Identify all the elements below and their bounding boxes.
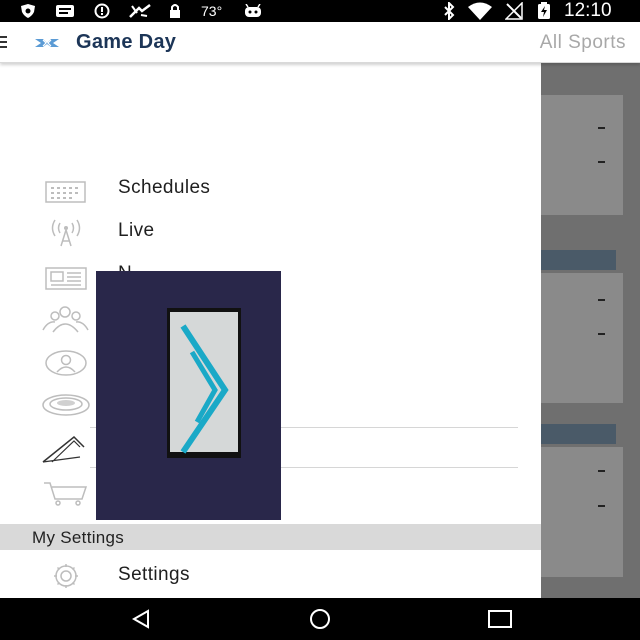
app-bar: Game Day All Sports — [0, 22, 640, 63]
users-icon — [40, 302, 90, 334]
calendar-icon — [40, 173, 90, 205]
bluetooth-icon — [441, 2, 457, 20]
clock: 12:10 — [564, 0, 612, 21]
background-dash — [598, 505, 605, 507]
newspaper-icon — [40, 259, 90, 291]
all-sports-link[interactable]: All Sports — [540, 32, 626, 54]
nc-logo-icon — [33, 35, 61, 51]
sports-icon — [127, 3, 153, 19]
drawer-item-label: Schedules — [118, 177, 211, 198]
background-header-bar — [541, 424, 616, 444]
background-card — [541, 95, 623, 215]
alert-circle-icon — [92, 3, 112, 19]
lock-icon — [166, 3, 184, 19]
battery-charging-icon — [536, 2, 552, 19]
android-icon — [243, 3, 263, 19]
message-icon — [55, 3, 75, 19]
section-header-my-settings: My Settings — [0, 524, 541, 550]
app-title: Game Day — [76, 31, 177, 53]
status-bar: 73° 12:10 — [0, 0, 640, 22]
drawer-item-settings[interactable]: Settings — [0, 556, 541, 596]
back-icon[interactable] — [127, 607, 155, 631]
hamburger-menu-icon[interactable] — [0, 34, 8, 50]
background-header-bar — [541, 250, 616, 270]
no-signal-icon — [505, 2, 523, 20]
drawer-item-label: Live — [118, 220, 155, 241]
background-dash — [598, 161, 605, 163]
broadcast-icon — [40, 216, 90, 248]
play-triangle-logo-icon — [167, 304, 241, 464]
drawer-item-label: Settings — [118, 564, 190, 585]
background-dash — [598, 299, 605, 301]
background-dash — [598, 127, 605, 129]
system-navigation-bar — [0, 598, 640, 640]
tickets-icon — [40, 431, 90, 463]
home-icon[interactable] — [306, 607, 334, 631]
background-card — [541, 447, 623, 577]
drawer-item-schedules[interactable]: Schedules — [0, 169, 541, 209]
overlay-ad-panel[interactable] — [96, 271, 281, 520]
temperature: 73° — [201, 3, 223, 19]
shield-icon — [18, 3, 38, 19]
background-dash — [598, 470, 605, 472]
background-content-scrim[interactable] — [541, 63, 640, 598]
background-dash — [598, 333, 605, 335]
stadium-icon — [40, 388, 90, 420]
background-card — [541, 273, 623, 403]
person-circle-icon — [40, 345, 90, 377]
gear-icon — [40, 560, 90, 592]
cart-icon — [40, 475, 90, 507]
recents-icon[interactable] — [486, 607, 514, 631]
drawer-item-live[interactable]: Live — [0, 212, 541, 252]
wifi-icon — [466, 2, 494, 20]
section-header-label: My Settings — [32, 528, 125, 547]
